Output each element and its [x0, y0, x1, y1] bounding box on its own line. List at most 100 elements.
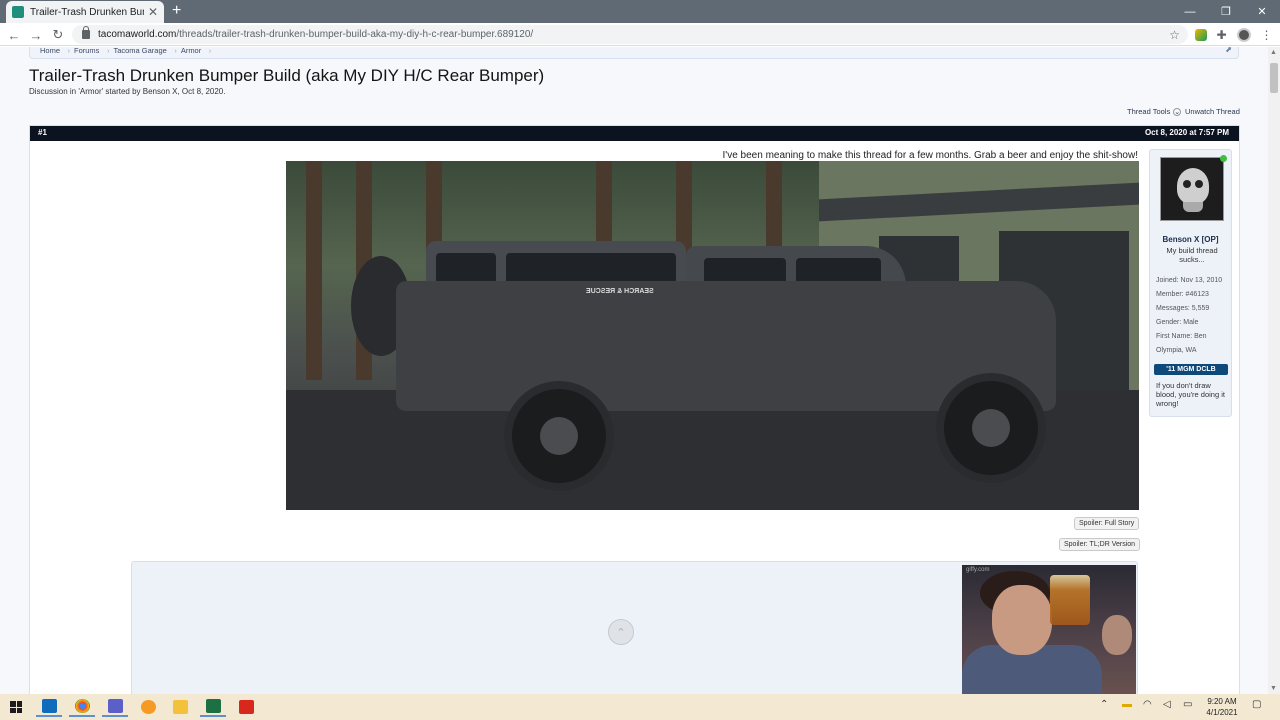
breadcrumb-tacoma-garage[interactable]: Tacoma Garage — [109, 47, 177, 55]
bookmark-star-icon[interactable]: ☆ — [1167, 27, 1182, 42]
folder-icon — [172, 700, 188, 714]
tray-chevron-up-icon[interactable]: ⌃ — [1100, 699, 1108, 710]
taskbar-app-orange[interactable] — [135, 697, 161, 717]
cap-sticker: SEARCH & RESCUE — [586, 288, 654, 295]
forward-arrow-icon[interactable]: → — [27, 26, 45, 44]
chevron-up-icon[interactable]: ⌃ — [608, 619, 634, 645]
chrome-icon — [74, 699, 90, 713]
clock-date: 4/1/2021 — [1206, 708, 1238, 717]
taskbar-acrobat[interactable] — [233, 697, 259, 717]
scrollbar-thumb[interactable] — [1270, 63, 1278, 93]
user-gender: Gender: Male — [1156, 319, 1199, 326]
thread-tools-menu[interactable]: Thread Tools ⌄ — [1127, 107, 1182, 116]
post-number[interactable]: #1 — [38, 128, 47, 137]
minimize-button[interactable]: — — [1172, 0, 1208, 23]
extensions-puzzle-icon[interactable]: ✚ — [1214, 27, 1229, 42]
breadcrumb-forums[interactable]: Forums — [70, 47, 110, 55]
user-messages[interactable]: Messages: 5,559 — [1156, 305, 1228, 312]
user-vehicle-badge[interactable]: '11 MGM DCLB — [1154, 364, 1228, 375]
user-title: My build thread sucks... — [1166, 246, 1218, 264]
windows-logo-icon — [10, 701, 22, 713]
taskbar-clock[interactable]: 9:20 AM 4/1/2021 — [1202, 696, 1242, 718]
url-text: tacomaworld.com/threads/trailer-trash-dr… — [98, 29, 534, 40]
close-window-button[interactable]: ✕ — [1244, 0, 1280, 23]
spoiler-tldr-button[interactable]: Spoiler: TL;DR Version — [1059, 538, 1141, 551]
battery-icon[interactable]: ▭ — [1183, 699, 1192, 710]
profile-avatar-icon[interactable] — [1236, 27, 1251, 42]
address-bar[interactable]: tacomaworld.com/threads/trailer-trash-dr… — [72, 25, 1188, 44]
browser-toolbar: ← → ↻ tacomaworld.com/threads/trailer-tr… — [0, 23, 1280, 46]
house-roof — [819, 182, 1139, 222]
excel-icon — [205, 699, 221, 713]
orange-app-icon — [140, 700, 156, 714]
tab-close-icon[interactable]: ✕ — [148, 5, 158, 19]
windows-taskbar: ⌃ ▬ ◠ ◁ ▭ 9:20 AM 4/1/2021 ▢ — [0, 694, 1280, 720]
jump-to-icon[interactable]: ⬈ — [1225, 47, 1232, 54]
drinking-gif[interactable]: giffy.com — [962, 565, 1136, 694]
taskbar-file-explorer[interactable] — [167, 697, 193, 717]
skull-icon — [1177, 168, 1209, 204]
volume-icon[interactable]: ◁ — [1163, 699, 1171, 710]
back-arrow-icon[interactable]: ← — [5, 26, 23, 44]
skull-jaw — [1183, 202, 1203, 212]
user-member-number: Member: #46123 — [1156, 291, 1209, 298]
thread-meta: Discussion in 'Armor' started by Benson … — [29, 87, 226, 96]
post-text: I've been meaning to make this thread fo… — [722, 150, 1138, 161]
breadcrumb: Home Forums Tacoma Garage Armor ⬈ — [29, 47, 1239, 59]
tab-strip: Trailer-Trash Drunken Bumper B ✕ + — ❐ ✕ — [0, 0, 1280, 23]
browser-menu-icon[interactable]: ⋮ — [1259, 27, 1274, 42]
post-header: #1 Oct 8, 2020 at 7:57 PM — [30, 126, 1239, 141]
site-favicon-icon — [12, 6, 24, 18]
web-page: Home Forums Tacoma Garage Armor ⬈ Traile… — [0, 47, 1268, 694]
browser-tab[interactable]: Trailer-Trash Drunken Bumper B ✕ — [6, 1, 164, 23]
chevron-down-icon: ⌄ — [1173, 107, 1182, 116]
new-tab-button[interactable]: + — [172, 2, 181, 20]
tab-title: Trailer-Trash Drunken Bumper B — [30, 6, 144, 18]
spoiler-full-story-button[interactable]: Spoiler: Full Story — [1074, 517, 1140, 530]
clock-time: 9:20 AM — [1207, 697, 1237, 706]
outlook-icon — [41, 699, 57, 713]
taskbar-outlook[interactable] — [36, 697, 62, 717]
online-status-icon — [1220, 155, 1227, 162]
user-location: Olympia, WA — [1156, 347, 1197, 354]
page-scrollbar[interactable]: ▲ ▼ — [1268, 47, 1280, 694]
person-head — [992, 585, 1052, 655]
taskbar-chrome[interactable] — [69, 697, 95, 717]
window-controls: — ❐ ✕ — [1172, 0, 1280, 23]
reload-icon[interactable]: ↻ — [49, 26, 67, 44]
front-wheel — [936, 373, 1046, 483]
skull-eye — [1195, 180, 1203, 188]
username[interactable]: Benson X [OP] — [1150, 235, 1231, 244]
lock-icon — [82, 26, 90, 39]
tree — [306, 161, 322, 380]
breadcrumb-home[interactable]: Home — [36, 47, 70, 55]
scroll-up-icon[interactable]: ▲ — [1270, 49, 1277, 56]
taskbar-excel[interactable] — [200, 697, 226, 717]
scroll-down-icon[interactable]: ▼ — [1270, 685, 1277, 692]
user-info-box: Benson X [OP] My build thread sucks... J… — [1149, 149, 1232, 417]
wifi-icon[interactable]: ◠ — [1143, 699, 1152, 710]
start-button[interactable] — [3, 697, 29, 717]
user-joined: Joined: Nov 13, 2010 — [1156, 277, 1223, 284]
skull-eye — [1183, 180, 1191, 188]
taskbar-teams[interactable] — [102, 697, 128, 717]
beer-glass-icon — [1050, 575, 1090, 625]
gif-credit: giffy.com — [966, 567, 990, 573]
tray-app-icon[interactable]: ▬ — [1122, 699, 1132, 710]
rear-wheel — [504, 381, 614, 491]
user-signature: If you don't draw blood, you're doing it… — [1156, 381, 1225, 408]
embedded-media: ⌃ giffy.com — [131, 561, 1138, 694]
restore-button[interactable]: ❐ — [1208, 0, 1244, 23]
thread-title: Trailer-Trash Drunken Bumper Build (aka … — [29, 66, 545, 85]
acrobat-icon — [238, 700, 254, 714]
post: #1 Oct 8, 2020 at 7:57 PM Benson X [OP] … — [29, 125, 1240, 694]
breadcrumb-armor[interactable]: Armor — [177, 47, 212, 55]
thread-tools-label: Thread Tools — [1127, 107, 1171, 116]
extension-icon[interactable] — [1193, 27, 1208, 42]
truck-photo[interactable]: SEARCH & RESCUE — [286, 161, 1139, 510]
unwatch-thread-link[interactable]: Unwatch Thread — [1185, 107, 1240, 116]
background-person — [1102, 615, 1132, 655]
notification-icon[interactable]: ▢ — [1252, 699, 1261, 710]
post-date[interactable]: Oct 8, 2020 at 7:57 PM — [1145, 128, 1229, 137]
avatar[interactable] — [1160, 157, 1224, 221]
